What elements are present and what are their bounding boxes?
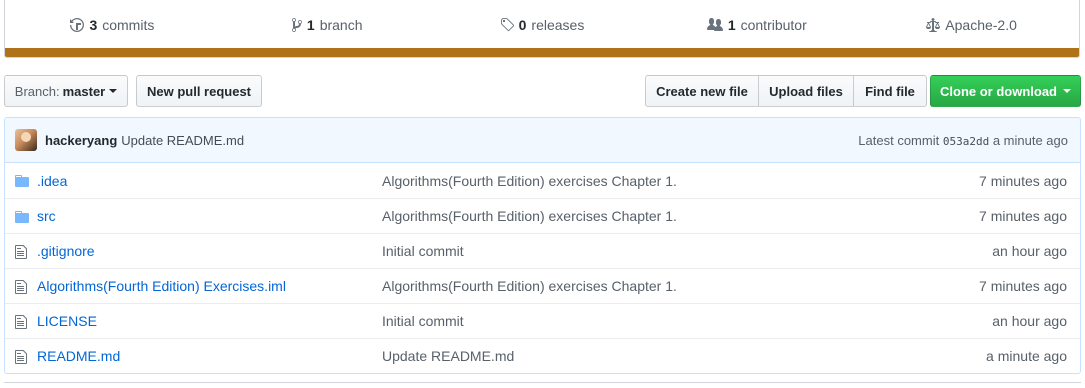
file-name-link[interactable]: .idea bbox=[37, 173, 67, 189]
file-icon bbox=[15, 314, 31, 330]
license-label: Apache-2.0 bbox=[945, 16, 1017, 33]
commit-age: a minute ago bbox=[992, 132, 1068, 148]
dropdown-caret-icon bbox=[1063, 89, 1071, 93]
create-new-file-button[interactable]: Create new file bbox=[645, 75, 759, 107]
contributors-link[interactable]: 1 contributor bbox=[649, 17, 864, 33]
file-icon bbox=[15, 279, 31, 295]
branch-prefix: Branch: bbox=[14, 83, 60, 99]
clone-label: Clone or download bbox=[940, 83, 1057, 99]
file-row[interactable]: src Algorithms(Fourth Edition) exercises … bbox=[5, 198, 1080, 233]
license-link[interactable]: Apache-2.0 bbox=[864, 17, 1079, 33]
find-file-button[interactable]: Find file bbox=[853, 75, 927, 107]
file-age: an hour ago bbox=[992, 313, 1067, 329]
branches-link[interactable]: 1 branch bbox=[220, 17, 435, 33]
file-age: 7 minutes ago bbox=[979, 172, 1067, 189]
commits-label: commits bbox=[102, 16, 155, 33]
file-navigation: hackeryang Update README.md Latest commi… bbox=[4, 117, 1081, 374]
file-actions-group: Create new file Upload files Find file bbox=[645, 75, 927, 107]
commits-link[interactable]: 3 commits bbox=[5, 17, 220, 33]
latest-commit-meta: Latest commit 053a2dd a minute ago bbox=[858, 133, 1068, 148]
file-commit-message[interactable]: Update README.md bbox=[382, 348, 514, 364]
new-pull-request-button[interactable]: New pull request bbox=[136, 75, 262, 107]
releases-label: releases bbox=[531, 16, 585, 33]
commit-message[interactable]: Update README.md bbox=[121, 133, 244, 148]
file-icon bbox=[15, 244, 31, 260]
file-row[interactable]: LICENSE Initial commit an hour ago bbox=[5, 303, 1080, 338]
contributors-label: contributor bbox=[740, 16, 807, 33]
dropdown-caret-icon bbox=[109, 89, 118, 93]
readme-box-edge bbox=[4, 382, 1081, 388]
releases-link[interactable]: 0 releases bbox=[435, 17, 650, 33]
upload-files-button[interactable]: Upload files bbox=[758, 75, 854, 107]
file-age: an hour ago bbox=[992, 243, 1067, 259]
file-commit-message[interactable]: Initial commit bbox=[382, 243, 464, 259]
file-row[interactable]: README.md Update README.md a minute ago bbox=[5, 338, 1080, 373]
file-row[interactable]: .idea Algorithms(Fourth Edition) exercise… bbox=[5, 163, 1080, 198]
file-name-link[interactable]: Algorithms(Fourth Edition) Exercises.iml bbox=[37, 278, 286, 294]
file-row[interactable]: Algorithms(Fourth Edition) Exercises.iml… bbox=[5, 268, 1080, 303]
latest-commit-bar: hackeryang Update README.md Latest commi… bbox=[5, 118, 1080, 163]
branch-name: master bbox=[62, 83, 106, 99]
file-commit-message[interactable]: Initial commit bbox=[382, 313, 464, 329]
file-list: .idea Algorithms(Fourth Edition) exercise… bbox=[5, 163, 1080, 373]
commit-sha[interactable]: 053a2dd bbox=[943, 135, 989, 148]
history-icon bbox=[70, 17, 85, 32]
contributors-count: 1 bbox=[727, 16, 736, 33]
law-icon bbox=[926, 17, 941, 32]
file-name-link[interactable]: README.md bbox=[37, 348, 120, 364]
folder-icon bbox=[15, 173, 31, 189]
clone-or-download-button[interactable]: Clone or download bbox=[930, 75, 1081, 107]
commit-author[interactable]: hackeryang bbox=[45, 133, 117, 148]
file-name-link[interactable]: .gitignore bbox=[37, 243, 95, 259]
git-branch-icon bbox=[291, 17, 302, 32]
branches-count: 1 bbox=[306, 16, 315, 33]
tag-icon bbox=[500, 17, 514, 31]
file-commit-message[interactable]: Algorithms(Fourth Edition) exercises Cha… bbox=[382, 173, 677, 189]
file-row[interactable]: .gitignore Initial commit an hour ago bbox=[5, 233, 1080, 268]
file-commit-message[interactable]: Algorithms(Fourth Edition) exercises Cha… bbox=[382, 278, 677, 294]
branches-label: branch bbox=[319, 16, 363, 33]
folder-icon bbox=[15, 209, 31, 225]
language-bar[interactable] bbox=[5, 48, 1079, 57]
file-icon bbox=[15, 349, 31, 365]
latest-commit-prefix: Latest commit bbox=[858, 132, 940, 148]
file-name-link[interactable]: LICENSE bbox=[37, 313, 97, 329]
file-age: a minute ago bbox=[986, 348, 1067, 364]
file-commit-message[interactable]: Algorithms(Fourth Edition) exercises Cha… bbox=[382, 208, 677, 224]
repo-summary: 3 commits 1 branch 0 releases 1 contribu… bbox=[4, 0, 1080, 58]
releases-count: 0 bbox=[518, 16, 527, 33]
avatar[interactable] bbox=[15, 129, 37, 151]
file-age: 7 minutes ago bbox=[979, 278, 1067, 294]
file-name-link[interactable]: src bbox=[37, 208, 56, 224]
file-age: 7 minutes ago bbox=[979, 208, 1067, 224]
branch-select-button[interactable]: Branch: master bbox=[4, 75, 128, 107]
people-icon bbox=[706, 17, 723, 31]
commits-count: 3 bbox=[89, 16, 98, 33]
